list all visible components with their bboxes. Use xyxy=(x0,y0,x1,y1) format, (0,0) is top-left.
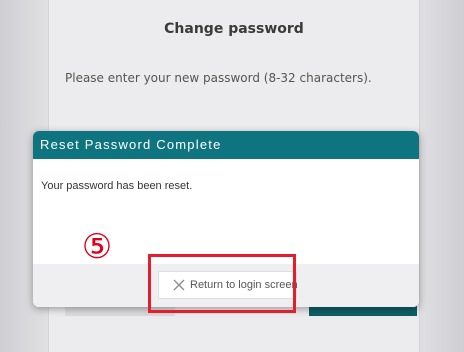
return-button-label: Return to login screen xyxy=(190,279,298,291)
page-title: Change password xyxy=(164,21,304,37)
dialog-title: Reset Password Complete xyxy=(40,137,222,152)
step-number-marker: ⑤ xyxy=(81,227,113,267)
reset-complete-dialog: Reset Password Complete Your password ha… xyxy=(33,131,419,307)
dialog-message: Your password has been reset. xyxy=(41,180,193,192)
return-to-login-button[interactable]: Return to login screen xyxy=(158,271,298,299)
dialog-header: Reset Password Complete xyxy=(33,131,419,159)
close-icon xyxy=(173,279,185,291)
password-instruction: Please enter your new password (8-32 cha… xyxy=(65,71,372,85)
